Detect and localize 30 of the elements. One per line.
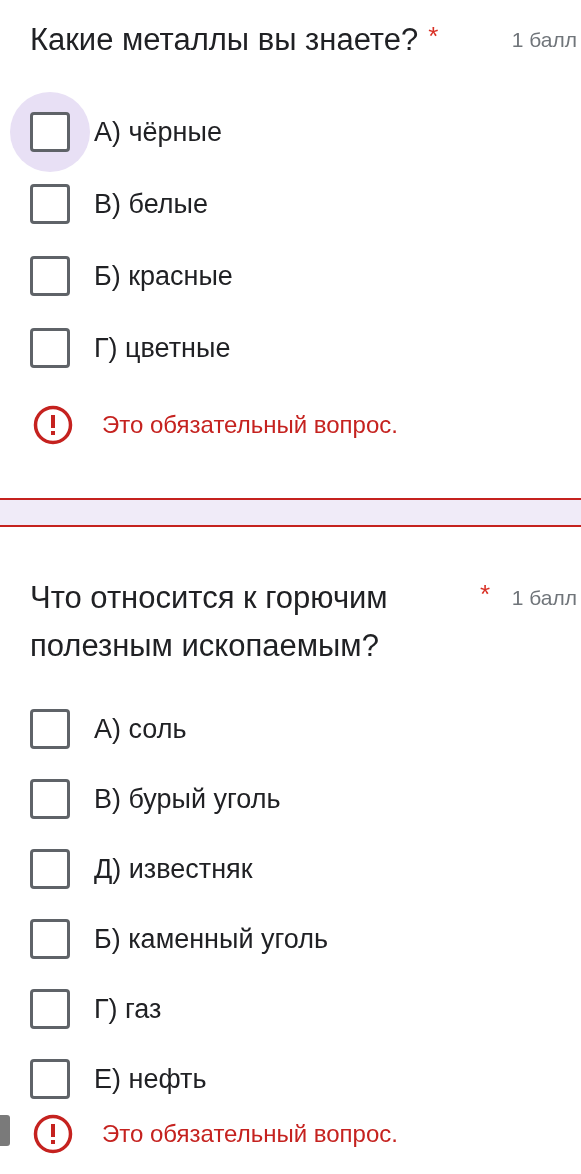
question-title: Что относится к горючим полезным ископаемым? [30,579,389,665]
error-icon [33,405,73,445]
checkbox[interactable] [30,989,70,1029]
checkbox[interactable] [30,919,70,959]
question-title: Какие металлы вы знаете? [30,21,419,59]
option-label[interactable]: В) белые [94,183,208,225]
checkbox[interactable] [30,256,70,296]
option-label[interactable]: В) бурый уголь [94,778,281,820]
checkbox[interactable] [30,328,70,368]
option-label[interactable]: А) соль [94,708,187,750]
points-label: 1 балл [511,27,578,53]
checkbox[interactable] [30,779,70,819]
required-mark: * [428,20,439,53]
required-mark: * [480,578,491,611]
option-label[interactable]: Д) известняк [94,848,253,890]
checkbox[interactable] [30,1059,70,1099]
option-label[interactable]: А) чёрные [94,111,222,153]
checkbox[interactable] [30,709,70,749]
option-label[interactable]: Б) каменный уголь [94,918,329,960]
checkbox[interactable] [30,849,70,889]
checkbox[interactable] [30,184,70,224]
option-label[interactable]: Г) цветные [94,327,231,369]
option-label[interactable]: Б) красные [94,255,233,297]
scroll-handle[interactable] [0,1115,10,1146]
error-message: Это обязательный вопрос. [102,410,398,440]
checkbox[interactable] [30,112,70,152]
error-message: Это обязательный вопрос. [102,1119,398,1149]
option-label[interactable]: Е) нефть [94,1058,207,1100]
option-label[interactable]: Г) газ [94,988,162,1030]
points-label: 1 балл [511,585,578,611]
